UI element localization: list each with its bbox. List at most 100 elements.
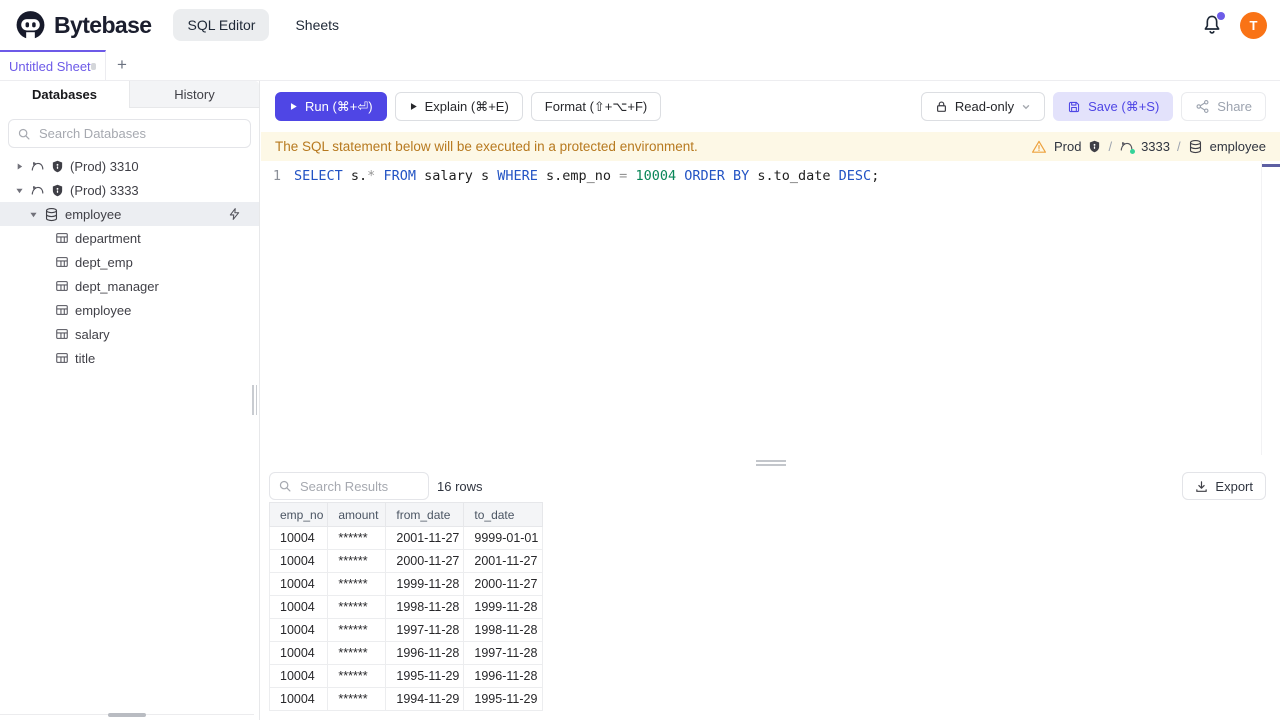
top-header: Bytebase SQL Editor Sheets T xyxy=(0,0,1280,50)
format-button[interactable]: Format (⇧+⌥+F) xyxy=(530,92,662,121)
cell: ****** xyxy=(327,641,387,665)
instance-name: (Prod) 3310 xyxy=(70,158,139,174)
avatar[interactable]: T xyxy=(1240,11,1267,39)
database-label[interactable]: employee xyxy=(1210,139,1266,154)
instance-label[interactable]: 3333 xyxy=(1141,139,1170,154)
results-header-row: emp_no amount from_date to_date xyxy=(269,502,544,527)
sidebar-resize-handle[interactable] xyxy=(252,385,258,415)
cell: 10004 xyxy=(269,687,329,711)
table-row[interactable]: 10004 ****** 1997-11-28 1998-11-28 xyxy=(269,618,544,642)
connect-bolt-icon[interactable] xyxy=(228,208,241,221)
sidebar-table-item[interactable]: salary xyxy=(0,322,259,346)
table-row[interactable]: 10004 ****** 1994-11-29 1995-11-29 xyxy=(269,687,544,711)
table-icon xyxy=(55,255,69,269)
run-label: Run (⌘+⏎) xyxy=(305,98,373,114)
cell: 10004 xyxy=(269,526,329,550)
mysql-icon xyxy=(30,159,45,174)
search-icon xyxy=(17,127,31,141)
sidebar-scrollbar-thumb[interactable] xyxy=(108,713,146,717)
table-icon xyxy=(55,327,69,341)
cell: 1996-11-28 xyxy=(385,641,465,665)
table-row[interactable]: 10004 ****** 1995-11-29 1996-11-28 xyxy=(269,664,544,688)
environment-shield-icon xyxy=(51,184,64,197)
table-row[interactable]: 10004 ****** 2001-11-27 9999-01-01 xyxy=(269,526,544,550)
sidebar-table-item[interactable]: employee xyxy=(0,298,259,322)
share-icon xyxy=(1195,99,1210,114)
sql-token: ; xyxy=(871,168,880,184)
table-row[interactable]: 10004 ****** 1999-11-28 2000-11-27 xyxy=(269,572,544,596)
connection-status-dot xyxy=(1130,149,1136,154)
explain-button[interactable]: Explain (⌘+E) xyxy=(394,92,523,121)
sidebar-table-item[interactable]: dept_emp xyxy=(0,250,259,274)
sql-token: s. xyxy=(342,168,368,184)
cell: 2000-11-27 xyxy=(463,572,544,596)
database-icon xyxy=(44,207,59,222)
sidebar-table-item[interactable]: dept_manager xyxy=(0,274,259,298)
nav-sheets[interactable]: Sheets xyxy=(281,9,353,41)
environment-label[interactable]: Prod xyxy=(1054,139,1081,154)
code-line[interactable]: 1 SELECT s.* FROM salary s WHERE s.emp_n… xyxy=(261,161,1280,187)
table-list: department dept_emp dept_manager employe… xyxy=(0,226,259,370)
table-name: dept_emp xyxy=(75,254,133,270)
caret-down-icon[interactable] xyxy=(14,186,24,195)
table-row[interactable]: 10004 ****** 1998-11-28 1999-11-28 xyxy=(269,595,544,619)
protected-environment-banner: The SQL statement below will be executed… xyxy=(261,132,1280,161)
cell: 1994-11-29 xyxy=(385,687,465,711)
banner-message: The SQL statement below will be executed… xyxy=(275,139,698,154)
database-item-employee[interactable]: employee xyxy=(0,202,259,226)
tab-databases[interactable]: Databases xyxy=(0,81,129,108)
top-nav: SQL Editor Sheets xyxy=(173,9,353,41)
sidebar-table-item[interactable]: title xyxy=(0,346,259,370)
search-results-input[interactable] xyxy=(269,472,429,500)
cell: 1995-11-29 xyxy=(385,664,465,688)
save-button[interactable]: Save (⌘+S) xyxy=(1053,92,1174,121)
sql-token: WHERE xyxy=(497,168,538,184)
column-header[interactable]: from_date xyxy=(385,502,465,527)
sheet-tab[interactable]: Untitled Sheet xyxy=(0,50,106,80)
run-button[interactable]: Run (⌘+⏎) xyxy=(275,92,387,121)
column-header[interactable]: amount xyxy=(327,502,387,527)
cell: 10004 xyxy=(269,618,329,642)
cell: 1999-11-28 xyxy=(385,572,465,596)
cell: 2001-11-27 xyxy=(463,549,544,573)
table-row[interactable]: 10004 ****** 2000-11-27 2001-11-27 xyxy=(269,549,544,573)
line-number: 1 xyxy=(272,168,281,184)
panel-resize-handle[interactable] xyxy=(755,460,786,466)
table-name: department xyxy=(75,230,141,246)
sidebar-table-item[interactable]: department xyxy=(0,226,259,250)
sql-token: s.emp_no xyxy=(537,168,620,184)
breadcrumb-separator: / xyxy=(1108,139,1113,154)
results-body: 10004 ****** 2001-11-27 9999-01-01 10004 ****… xyxy=(269,526,544,711)
sql-code-editor[interactable]: 1 SELECT s.* FROM salary s WHERE s.emp_n… xyxy=(261,161,1280,455)
database-tree: (Prod) 3310 (Prod) 3333 employee departm… xyxy=(0,154,259,370)
readonly-mode-button[interactable]: Read-only xyxy=(920,92,1046,121)
sql-token: ORDER BY xyxy=(684,168,750,184)
cell: 1995-11-29 xyxy=(463,687,544,711)
sheet-tab-title: Untitled Sheet xyxy=(9,58,91,74)
nav-sql-editor[interactable]: SQL Editor xyxy=(173,9,270,41)
search-icon xyxy=(278,479,292,493)
instance-item-3333[interactable]: (Prod) 3333 xyxy=(0,178,259,202)
new-sheet-button[interactable]: + xyxy=(106,50,138,80)
cell: 10004 xyxy=(269,572,329,596)
instance-item-3310[interactable]: (Prod) 3310 xyxy=(0,154,259,178)
caret-down-icon[interactable] xyxy=(28,210,38,219)
tab-history[interactable]: History xyxy=(129,81,259,108)
table-icon xyxy=(55,279,69,293)
results-panel: 16 rows Export emp_noamountfrom_dateto_d… xyxy=(261,470,1280,720)
cell: 1998-11-28 xyxy=(463,618,544,642)
share-button[interactable]: Share xyxy=(1181,92,1266,121)
notification-bell-icon[interactable] xyxy=(1201,12,1225,36)
search-databases-input[interactable] xyxy=(8,119,251,148)
table-row[interactable]: 10004 ****** 1996-11-28 1997-11-28 xyxy=(269,641,544,665)
column-header[interactable]: to_date xyxy=(463,502,544,527)
export-button[interactable]: Export xyxy=(1182,472,1266,500)
chevron-down-icon xyxy=(1021,102,1031,112)
column-header[interactable]: emp_no xyxy=(269,502,329,527)
results-header: 16 rows Export xyxy=(261,470,1280,502)
caret-right-icon[interactable] xyxy=(14,162,24,171)
bytebase-logo-icon[interactable] xyxy=(14,9,47,42)
cell: 10004 xyxy=(269,549,329,573)
mysql-icon xyxy=(1119,139,1136,154)
download-icon xyxy=(1195,480,1208,493)
